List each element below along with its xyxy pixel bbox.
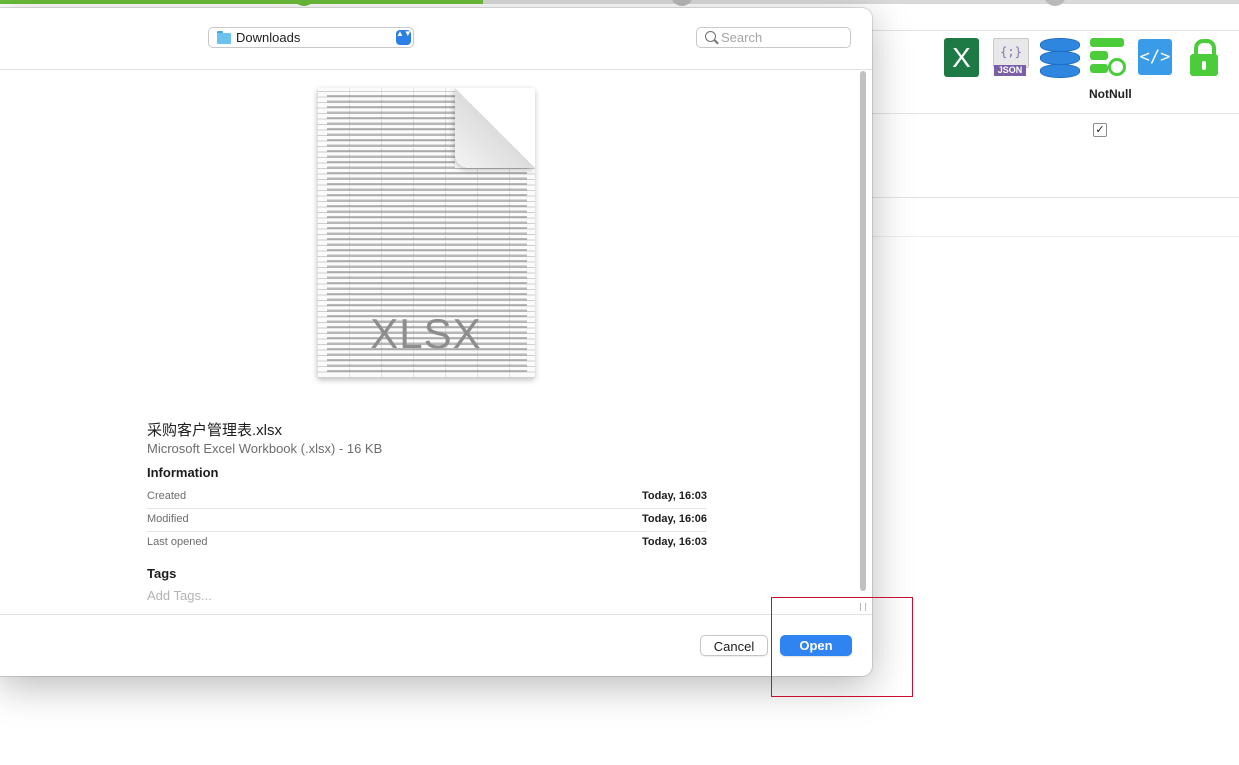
step-progress-fill [0,0,484,4]
lock-keyhole [1202,61,1206,70]
server-bar [1090,51,1108,60]
info-row-created: Created Today, 16:03 [147,485,707,509]
file-kind: Microsoft Excel Workbook (.xlsx) - 16 KB [147,441,383,456]
server-bar [1090,38,1124,47]
file-name: 采购客户管理表.xlsx [147,422,283,439]
background-table-row [872,113,1239,198]
server-bar [1090,64,1108,73]
folder-icon [217,31,231,44]
file-type-label: XLSX [370,310,482,357]
info-value: Today, 16:03 [641,490,707,502]
dialog-toolbar: Downloads ▲▼ [0,8,872,70]
search-field[interactable] [696,27,851,48]
chevron-updown-icon: ▲▼ [396,30,412,45]
sync-icon [1108,58,1126,76]
info-value: Today, 16:06 [641,513,707,525]
notnull-checkbox[interactable]: ✓ [1093,123,1107,137]
background-table-row [872,198,1239,237]
info-label: Last opened [147,536,208,548]
column-header-notnull: NotNull [1089,87,1132,101]
info-row-modified: Modified Today, 16:06 [147,508,707,532]
info-label: Created [147,490,187,502]
server-sync-icon[interactable] [1090,38,1126,78]
json-icon[interactable]: {;} JSON [993,38,1029,78]
database-icon[interactable] [1040,38,1080,78]
location-popup[interactable]: Downloads ▲▼ [208,27,414,48]
database-disk [1040,38,1080,52]
excel-icon[interactable]: X [944,38,979,77]
preview-scrollbar[interactable] [858,71,869,591]
tags-heading: Tags [147,566,177,581]
database-disk [1040,64,1080,78]
info-label: Modified [147,513,189,525]
open-file-dialog: Downloads ▲▼ XLSX 采购客户管理表.xlsx Microsoft… [0,8,872,676]
spreadsheet-preview: XLSX [317,88,535,378]
scrollbar-thumb[interactable] [860,71,866,591]
cancel-button[interactable]: Cancel [700,635,768,656]
database-disk [1040,51,1080,65]
json-tag: JSON [994,65,1026,76]
search-icon [705,31,716,42]
json-doc-glyph: {;} [993,38,1029,68]
page-fold [455,88,535,168]
unlock-icon[interactable] [1188,39,1220,77]
information-heading: Information [147,465,219,480]
file-preview-thumbnail: XLSX [317,88,535,378]
location-label: Downloads [236,30,301,45]
highlight-box [771,597,913,697]
info-value: Today, 16:03 [641,536,707,548]
code-icon[interactable]: </> [1138,39,1172,75]
tags-input[interactable] [147,588,547,603]
search-input[interactable] [721,29,843,46]
info-row-last-opened: Last opened Today, 16:03 [147,531,707,554]
dialog-footer-divider [0,614,872,615]
